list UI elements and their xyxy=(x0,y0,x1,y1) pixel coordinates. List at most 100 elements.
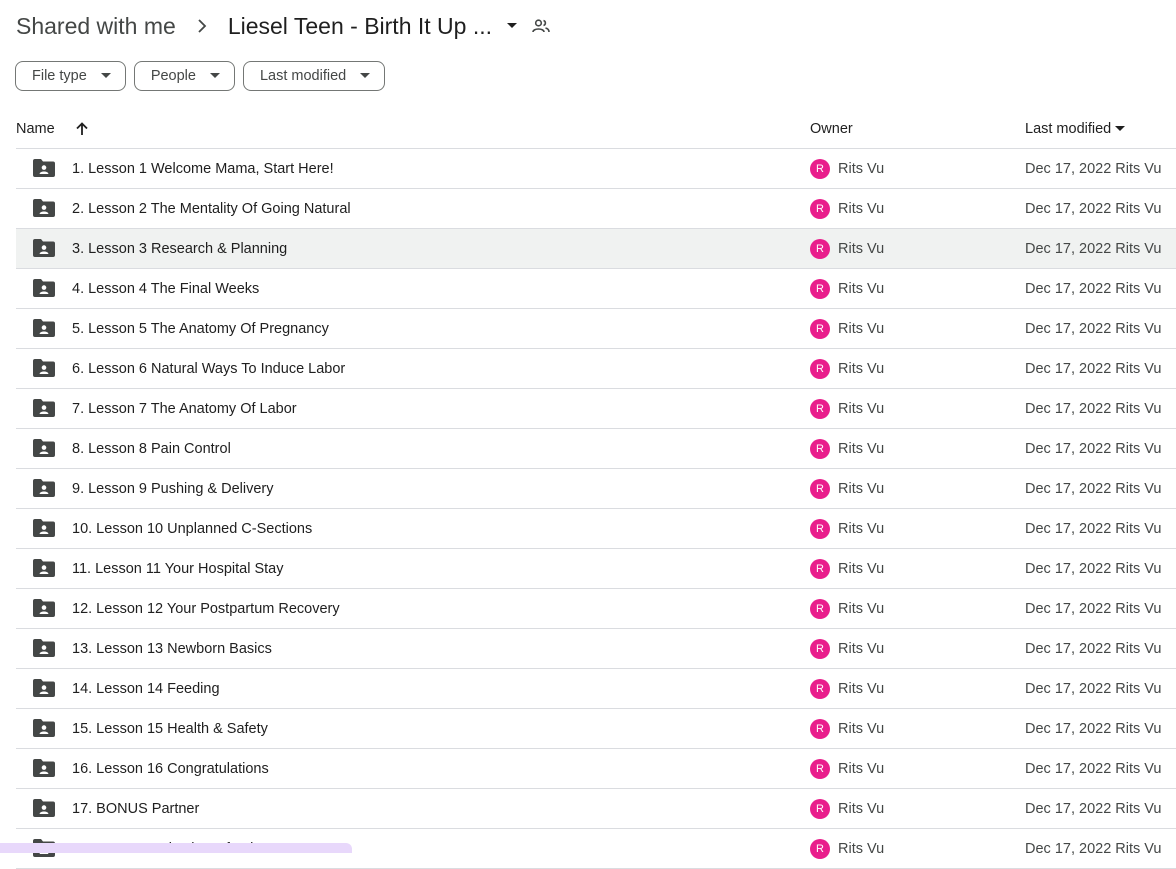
table-row[interactable]: 10. Lesson 10 Unplanned C-Sections R Rits … xyxy=(16,509,1176,549)
owner-cell: R Rits Vu xyxy=(810,829,884,868)
file-name[interactable]: 7. Lesson 7 The Anatomy Of Labor xyxy=(72,389,297,428)
owner-name: Rits Vu xyxy=(838,800,885,817)
avatar: R xyxy=(810,718,830,739)
table-row[interactable]: 2. Lesson 2 The Mentality Of Going Natur… xyxy=(16,189,1176,229)
last-modified-filter-label: Last modified xyxy=(259,68,347,84)
caret-down-icon xyxy=(360,73,371,79)
owner-cell: R Rits Vu xyxy=(810,149,884,188)
last-modified-cell: Dec 17, 2022 Rits Vu xyxy=(1025,240,1162,257)
people-icon[interactable] xyxy=(532,19,550,33)
shared-folder-icon xyxy=(33,799,55,817)
file-name[interactable]: 1. Lesson 1 Welcome Mama, Start Here! xyxy=(72,149,334,188)
file-name[interactable]: 17. BONUS Partner xyxy=(72,789,199,828)
breadcrumb-current-folder[interactable]: Liesel Teen - Birth It Up ... xyxy=(228,13,492,40)
table-row[interactable]: 14. Lesson 14 Feeding R Rits Vu Dec 17, 202… xyxy=(16,669,1176,709)
avatar: R xyxy=(810,398,830,419)
file-name[interactable]: 2. Lesson 2 The Mentality Of Going Natur… xyxy=(72,189,351,228)
table-row[interactable]: 15. Lesson 15 Health & Safety R Rits Vu Dec… xyxy=(16,709,1176,749)
shared-folder-icon xyxy=(33,359,55,377)
table-row[interactable]: 5. Lesson 5 The Anatomy Of Pregnancy R Rit… xyxy=(16,309,1176,349)
last-modified-column-label: Last modified xyxy=(1025,121,1112,137)
file-name[interactable]: 9. Lesson 9 Pushing & Delivery xyxy=(72,469,274,508)
owner-cell: R Rits Vu xyxy=(810,789,884,828)
avatar: R xyxy=(810,358,830,379)
owner-name: Rits Vu xyxy=(838,160,885,177)
avatar: R xyxy=(810,838,830,859)
avatar: R xyxy=(810,478,830,499)
owner-name: Rits Vu xyxy=(838,840,885,857)
owner-name: Rits Vu xyxy=(838,360,885,377)
file-name[interactable]: 15. Lesson 15 Health & Safety xyxy=(72,709,268,748)
owner-cell: R Rits Vu xyxy=(810,589,884,628)
file-list: 1. Lesson 1 Welcome Mama, Start Here! R Ri… xyxy=(16,149,1176,869)
file-name[interactable]: 4. Lesson 4 The Final Weeks xyxy=(72,269,259,308)
owner-cell: R Rits Vu xyxy=(810,229,884,268)
avatar: R xyxy=(810,438,830,459)
file-name[interactable]: 12. Lesson 12 Your Postpartum Recovery xyxy=(72,589,340,628)
table-row[interactable]: 3. Lesson 3 Research & Planning R Rits Vu D… xyxy=(16,229,1176,269)
owner-cell: R Rits Vu xyxy=(810,749,884,788)
breadcrumb-shared-with-me[interactable]: Shared with me xyxy=(16,13,176,40)
arrow-up-icon[interactable] xyxy=(75,110,89,148)
table-row[interactable]: 4. Lesson 4 The Final Weeks R Rits Vu Dec 1… xyxy=(16,269,1176,309)
file-name[interactable]: 3. Lesson 3 Research & Planning xyxy=(72,229,287,268)
caret-down-icon xyxy=(1115,126,1126,132)
table-row[interactable]: 13. Lesson 13 Newborn Basics R Rits Vu Dec … xyxy=(16,629,1176,669)
shared-folder-icon xyxy=(33,399,55,417)
table-row[interactable]: 7. Lesson 7 The Anatomy Of Labor R Rits Vu… xyxy=(16,389,1176,429)
shared-folder-icon xyxy=(33,559,55,577)
owner-name: Rits Vu xyxy=(838,440,885,457)
table-row[interactable]: 16. Lesson 16 Congratulations R Rits Vu Dec… xyxy=(16,749,1176,789)
owner-name: Rits Vu xyxy=(838,200,885,217)
owner-column-header: Owner xyxy=(810,121,853,137)
last-modified-cell: Dec 17, 2022 Rits Vu xyxy=(1025,360,1162,377)
people-filter[interactable]: People xyxy=(133,61,235,91)
table-row[interactable]: 8. Lesson 8 Pain Control R Rits Vu Dec 17, … xyxy=(16,429,1176,469)
file-name[interactable]: 10. Lesson 10 Unplanned C-Sections xyxy=(72,509,312,548)
breadcrumb: Shared with me Liesel Teen - Birth It Up… xyxy=(16,8,550,44)
table-row[interactable]: 11. Lesson 11 Your Hospital Stay R Rits Vu… xyxy=(16,549,1176,589)
shared-folder-icon xyxy=(33,159,55,177)
file-name[interactable]: 6. Lesson 6 Natural Ways To Induce Labor xyxy=(72,349,345,388)
file-name[interactable]: 16. Lesson 16 Congratulations xyxy=(72,749,269,788)
last-modified-cell: Dec 17, 2022 Rits Vu xyxy=(1025,200,1162,217)
last-modified-cell: Dec 17, 2022 Rits Vu xyxy=(1025,440,1162,457)
avatar: R xyxy=(810,798,830,819)
people-filter-label: People xyxy=(150,68,196,84)
file-name[interactable]: 5. Lesson 5 The Anatomy Of Pregnancy xyxy=(72,309,329,348)
file-name[interactable]: 13. Lesson 13 Newborn Basics xyxy=(72,629,272,668)
file-list-header: Name Owner Last modified xyxy=(16,110,1176,149)
file-name[interactable]: 14. Lesson 14 Feeding xyxy=(72,669,220,708)
avatar: R xyxy=(810,318,830,339)
filter-bar: File type People Last modified xyxy=(15,61,386,91)
table-row[interactable]: 9. Lesson 9 Pushing & Delivery R Rits Vu De… xyxy=(16,469,1176,509)
avatar: R xyxy=(810,238,830,259)
table-row[interactable]: 12. Lesson 12 Your Postpartum Recovery R R… xyxy=(16,589,1176,629)
owner-cell: R Rits Vu xyxy=(810,629,884,668)
shared-folder-icon xyxy=(33,719,55,737)
owner-name: Rits Vu xyxy=(838,760,885,777)
table-row[interactable]: 1. Lesson 1 Welcome Mama, Start Here! R Ri… xyxy=(16,149,1176,189)
file-type-filter[interactable]: File type xyxy=(15,61,126,91)
last-modified-column-header[interactable]: Last modified xyxy=(1025,110,1126,148)
caret-down-icon[interactable] xyxy=(492,22,532,30)
avatar: R xyxy=(810,758,830,779)
name-column-header[interactable]: Name xyxy=(16,110,55,148)
last-modified-cell: Dec 17, 2022 Rits Vu xyxy=(1025,320,1162,337)
owner-cell: R Rits Vu xyxy=(810,509,884,548)
avatar: R xyxy=(810,558,830,579)
owner-name: Rits Vu xyxy=(838,520,885,537)
table-row[interactable]: 17. BONUS Partner R Rits Vu Dec 17, 2022 Ri… xyxy=(16,789,1176,829)
owner-cell: R Rits Vu xyxy=(810,669,884,708)
last-modified-cell: Dec 17, 2022 Rits Vu xyxy=(1025,600,1162,617)
last-modified-filter[interactable]: Last modified xyxy=(242,61,386,91)
file-name[interactable]: 8. Lesson 8 Pain Control xyxy=(72,429,231,468)
owner-cell: R Rits Vu xyxy=(810,709,884,748)
owner-name: Rits Vu xyxy=(838,600,885,617)
shared-folder-icon xyxy=(33,319,55,337)
table-row[interactable]: 6. Lesson 6 Natural Ways To Induce Labor… xyxy=(16,349,1176,389)
file-name[interactable]: 11. Lesson 11 Your Hospital Stay xyxy=(72,549,283,588)
owner-name: Rits Vu xyxy=(838,560,885,577)
chevron-right-icon xyxy=(176,19,228,33)
owner-name: Rits Vu xyxy=(838,400,885,417)
